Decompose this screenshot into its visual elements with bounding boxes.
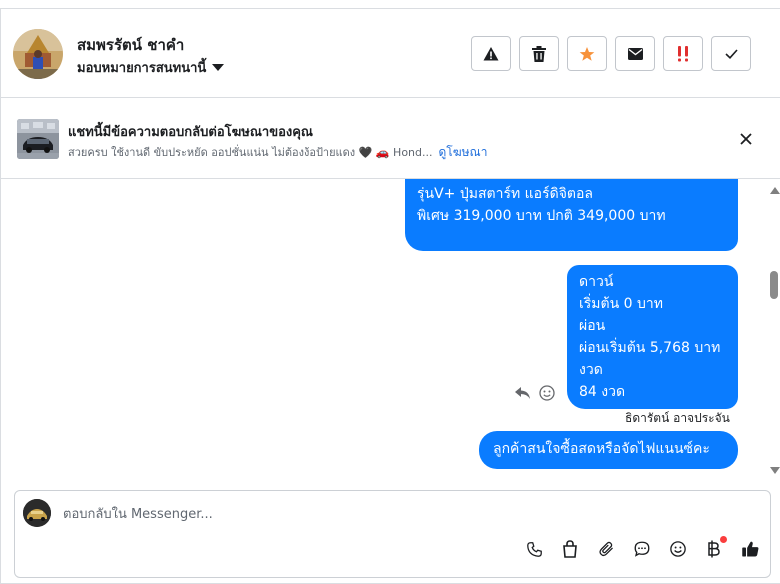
chat-bubble-icon <box>634 541 650 557</box>
close-banner-button[interactable] <box>736 129 756 149</box>
contact-avatar[interactable] <box>13 29 63 79</box>
attach-button[interactable] <box>595 538 617 560</box>
spam-button[interactable] <box>663 36 703 71</box>
message-line: ดาวน์ <box>579 274 614 290</box>
message-line: 84 งวด <box>579 384 626 400</box>
scroll-thumb[interactable] <box>770 271 778 299</box>
check-icon <box>724 48 738 59</box>
page-avatar <box>23 499 51 527</box>
message-line: ผ่อน <box>579 318 606 334</box>
message-thread: รุ่นV+ ปุ่มสตาร์ท แอร์ดิจิตอล พิเศษ 319,… <box>1 179 780 483</box>
message-line: รุ่นV+ ปุ่มสตาร์ท แอร์ดิจิตอล <box>417 186 593 202</box>
saved-replies-button[interactable] <box>631 538 653 560</box>
paperclip-icon <box>598 541 613 557</box>
ad-reply-banner: แชทนี้มีข้อความตอบกลับต่อโฆษณาของคุณ สวย… <box>1 99 780 179</box>
conversation-actions <box>471 36 751 71</box>
notification-dot <box>720 536 727 543</box>
message-hover-actions <box>515 385 555 401</box>
contact-name: สมพรรัตน์ ชาคำ <box>77 36 185 54</box>
chevron-down-icon <box>212 64 225 71</box>
delete-button[interactable] <box>519 36 559 71</box>
thread-scrollbar[interactable] <box>767 181 780 481</box>
thumbs-up-icon <box>741 541 758 557</box>
ad-thumbnail[interactable] <box>17 119 59 159</box>
emoji-button[interactable] <box>667 538 689 560</box>
ad-description-text: สวยครบ ใช้งานดี ขับประหยัด ออปชั่นแน่น ไ… <box>68 146 433 159</box>
reply-input[interactable] <box>63 505 743 523</box>
scroll-down-arrow-icon[interactable] <box>770 467 780 474</box>
close-icon <box>740 133 752 145</box>
message-bubble[interactable]: ลูกค้าสนใจซื้อสดหรือจัดไฟแนนซ์คะ <box>479 431 738 469</box>
trash-icon <box>532 45 546 62</box>
baht-icon <box>708 540 720 558</box>
reply-icon[interactable] <box>515 387 531 399</box>
message-line: พิเศษ 319,000 บาท ปกติ 349,000 บาท <box>417 208 666 224</box>
star-icon <box>579 46 595 61</box>
smiley-icon <box>670 541 686 557</box>
mark-unread-button[interactable] <box>615 36 655 71</box>
message-line: งวด <box>579 362 603 378</box>
message-line: ลูกค้าสนใจซื้อสดหรือจัดไฟแนนซ์คะ <box>493 441 710 457</box>
ad-banner-description: สวยครบ ใช้งานดี ขับประหยัด ออปชั่นแน่น ไ… <box>68 143 487 162</box>
scroll-up-arrow-icon[interactable] <box>770 187 780 194</box>
warning-icon <box>483 46 499 60</box>
report-button[interactable] <box>471 36 511 71</box>
ad-banner-title: แชทนี้มีข้อความตอบกลับต่อโฆษณาของคุณ <box>68 125 313 140</box>
conversation-header: สมพรรัตน์ ชาคำ มอบหมายการสนทนานี้ <box>1 9 780 98</box>
assign-conversation-dropdown[interactable]: มอบหมายการสนทนานี้ <box>77 57 225 78</box>
phone-icon <box>526 541 542 557</box>
view-ad-link[interactable]: ดูโฆษณา <box>439 145 488 159</box>
shop-button[interactable] <box>559 538 581 560</box>
message-line: เริ่มต้น 0 บาท <box>579 296 663 312</box>
composer-toolbar <box>523 536 761 560</box>
star-button[interactable] <box>567 36 607 71</box>
message-bubble[interactable]: ดาวน์ เริ่มต้น 0 บาท ผ่อน ผ่อนเริ่มต้น 5… <box>567 265 738 409</box>
message-bubble[interactable]: รุ่นV+ ปุ่มสตาร์ท แอร์ดิจิตอล พิเศษ 319,… <box>405 179 738 251</box>
assign-label: มอบหมายการสนทนานี้ <box>77 61 207 76</box>
payment-button[interactable] <box>703 536 727 560</box>
call-button[interactable] <box>523 538 545 560</box>
message-composer <box>14 490 771 578</box>
conversation-panel: สมพรรัตน์ ชาคำ มอบหมายการสนทนานี้ แชทนี้… <box>0 8 780 584</box>
message-line: ผ่อนเริ่มต้น 5,768 บาท <box>579 340 721 356</box>
like-button[interactable] <box>739 538 761 560</box>
sender-name: ธิดารัตน์ อาจประจัน <box>625 411 730 425</box>
done-button[interactable] <box>711 36 751 71</box>
envelope-icon <box>627 47 643 60</box>
double-exclamation-icon <box>678 45 688 61</box>
emoji-reaction-icon[interactable] <box>539 385 555 401</box>
shopping-bag-icon <box>563 540 577 558</box>
